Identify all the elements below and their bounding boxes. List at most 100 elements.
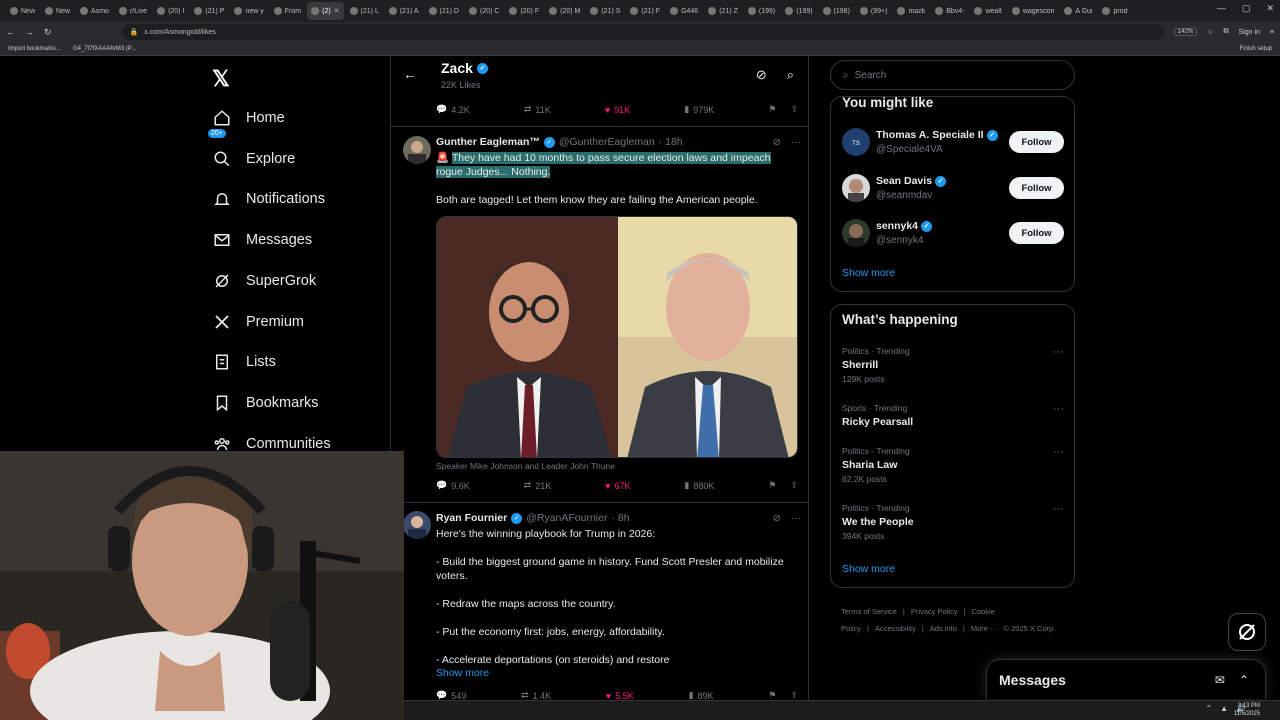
x-logo-icon[interactable]: 𝕏 <box>212 66 230 92</box>
share-icon[interactable]: ⇪ <box>790 480 798 491</box>
bookmark-item[interactable]: G4_7t7fXAAAhrM3 (P... <box>73 46 136 52</box>
like-button[interactable]: ♥ 91K <box>605 105 630 115</box>
footer-link[interactable]: More ··· <box>971 624 998 633</box>
browser-tab[interactable]: (199) <box>781 2 816 20</box>
more-icon[interactable]: ··· <box>791 513 801 524</box>
browser-tab[interactable]: (20) I <box>153 2 188 20</box>
browser-tab[interactable]: (21) P <box>190 2 228 20</box>
more-icon[interactable]: ··· <box>1053 403 1064 415</box>
browser-tab[interactable]: Bbv4- <box>931 2 968 20</box>
tweet-time[interactable]: · 18h <box>659 136 683 148</box>
browser-tab[interactable]: (99+) <box>856 2 892 20</box>
search-icon[interactable]: ⌕ <box>787 67 794 83</box>
trend-item[interactable]: Politics · Trending Sherrill 129K posts … <box>842 346 1064 384</box>
follow-button[interactable]: Follow <box>1009 177 1064 199</box>
nav-item-premium[interactable]: Premium <box>212 312 304 332</box>
browser-tab[interactable]: r/Live <box>115 2 151 20</box>
browser-tab[interactable]: (198) <box>819 2 854 20</box>
avatar[interactable] <box>403 136 431 164</box>
search-box[interactable]: ⌕ Search <box>830 60 1075 90</box>
browser-tab[interactable]: Asmo <box>76 2 113 20</box>
browser-tab[interactable]: (21) D <box>425 2 463 20</box>
close-icon[interactable]: ✕ <box>1266 3 1274 14</box>
trend-item[interactable]: Politics · Trending Sharia Law 62.2K pos… <box>842 446 1064 484</box>
nav-item-notifications[interactable]: Notifications <box>212 189 325 209</box>
expand-icon[interactable]: ⌃ <box>1239 673 1249 687</box>
browser-tab[interactable]: (20) F <box>505 2 543 20</box>
browser-tab[interactable]: new y <box>230 2 267 20</box>
footer-link[interactable]: Terms of Service <box>841 607 897 616</box>
more-icon[interactable]: ··· <box>1053 446 1064 458</box>
finish-setup-button[interactable]: Finish setup <box>1240 46 1272 52</box>
show-more-link[interactable]: Show more <box>436 667 489 679</box>
bookmark-icon[interactable]: ⚑ <box>768 480 776 491</box>
back-arrow-icon[interactable]: ← <box>403 66 417 82</box>
views-button[interactable]: ▮ 880K <box>684 480 714 491</box>
browser-tab[interactable]: (21) L <box>346 2 383 20</box>
forward-icon[interactable]: → <box>25 27 34 37</box>
nav-item-explore[interactable]: Explore <box>212 149 295 169</box>
suggestion-item[interactable]: sennyk4 ✓ @sennyk4 Follow <box>842 217 1064 251</box>
tweet-time[interactable]: · 8h <box>611 512 629 524</box>
footer-link[interactable]: © 2025 X Corp. <box>1004 624 1056 633</box>
extensions-icon[interactable]: ⧉ <box>1224 28 1229 36</box>
nav-item-messages[interactable]: Messages <box>212 230 312 250</box>
browser-tab[interactable]: prod <box>1098 2 1131 20</box>
repost-button[interactable]: ⇄ 21K <box>524 480 552 491</box>
close-tab-icon[interactable]: ✕ <box>334 7 340 15</box>
browser-tab[interactable]: (21) A <box>385 2 423 20</box>
browser-tab[interactable]: (199) <box>744 2 779 20</box>
repost-button[interactable]: ⇄ 1.4K <box>521 690 551 700</box>
like-button[interactable]: ♥ 5.5K <box>606 691 634 701</box>
suggestion-item[interactable]: TS Thomas A. Speciale II ✓ @Speciale4VA F… <box>842 126 1064 160</box>
show-more-link[interactable]: Show more <box>842 267 895 279</box>
author-name[interactable]: Ryan Fournier <box>436 512 507 524</box>
browser-tab[interactable]: (21) F <box>626 2 664 20</box>
browser-tab[interactable]: mazk <box>893 2 929 20</box>
grok-fab-icon[interactable] <box>1228 613 1266 651</box>
clock[interactable]: 3:13 PM 11/5/2025 <box>1234 702 1260 718</box>
browser-tab[interactable]: G446 <box>666 2 702 20</box>
chevron-up-icon[interactable]: ⌃ <box>1205 704 1212 713</box>
nav-item-lists[interactable]: Lists <box>212 352 276 372</box>
like-button[interactable]: ♥ 67K <box>605 481 630 491</box>
reply-button[interactable]: 💬 9.6K <box>436 480 470 491</box>
browser-tab[interactable]: (2) ✕ <box>307 2 344 20</box>
reply-button[interactable]: 💬 4.2K <box>436 104 470 115</box>
follow-button[interactable]: Follow <box>1009 131 1064 153</box>
bookmark-icon[interactable]: ⚑ <box>768 690 776 700</box>
tweet-image[interactable] <box>436 216 798 458</box>
browser-tab[interactable]: New <box>6 2 39 20</box>
trend-item[interactable]: Sports · Trending Ricky Pearsall ··· <box>842 403 1064 428</box>
nav-item-supergrok[interactable]: SuperGrok <box>212 271 316 291</box>
show-more-link[interactable]: Show more <box>842 563 895 575</box>
avatar[interactable] <box>403 511 431 539</box>
share-icon[interactable]: ⇪ <box>790 104 798 115</box>
minimize-icon[interactable]: — <box>1217 3 1226 14</box>
browser-tab[interactable]: New <box>41 2 74 20</box>
more-icon[interactable]: ··· <box>1053 346 1064 358</box>
menu-icon[interactable]: ≡ <box>1270 29 1274 36</box>
nav-item-bookmarks[interactable]: Bookmarks <box>212 393 319 413</box>
follow-button[interactable]: Follow <box>1009 222 1064 244</box>
network-icon[interactable]: ▲ <box>1220 704 1228 713</box>
browser-tab[interactable]: A Gui <box>1060 2 1096 20</box>
views-button[interactable]: ▮ 979K <box>684 104 714 115</box>
browser-tab[interactable]: (20) C <box>465 2 503 20</box>
compose-message-icon[interactable]: ✉ <box>1215 673 1225 687</box>
browser-tab[interactable]: From <box>270 2 305 20</box>
share-icon[interactable]: ⇪ <box>790 690 798 700</box>
browser-tab[interactable]: (20) M <box>545 2 584 20</box>
footer-link[interactable]: Ads info <box>930 624 957 633</box>
back-icon[interactable]: ← <box>6 27 15 37</box>
grok-icon[interactable]: ⊘ <box>773 137 781 148</box>
browser-tab[interactable]: (21) S <box>586 2 624 20</box>
footer-link[interactable]: Accessibility <box>875 624 916 633</box>
grok-icon[interactable]: ⊘ <box>756 67 767 83</box>
browser-tab[interactable]: (21) Z <box>704 2 742 20</box>
browser-tab[interactable]: wagescon <box>1008 2 1059 20</box>
bookmark-import[interactable]: Import bookmarks... <box>8 46 61 52</box>
browser-tab[interactable]: wealt <box>970 2 1005 20</box>
sign-in-button[interactable]: Sign in <box>1239 29 1260 36</box>
repost-button[interactable]: ⇄ 11K <box>524 104 551 115</box>
